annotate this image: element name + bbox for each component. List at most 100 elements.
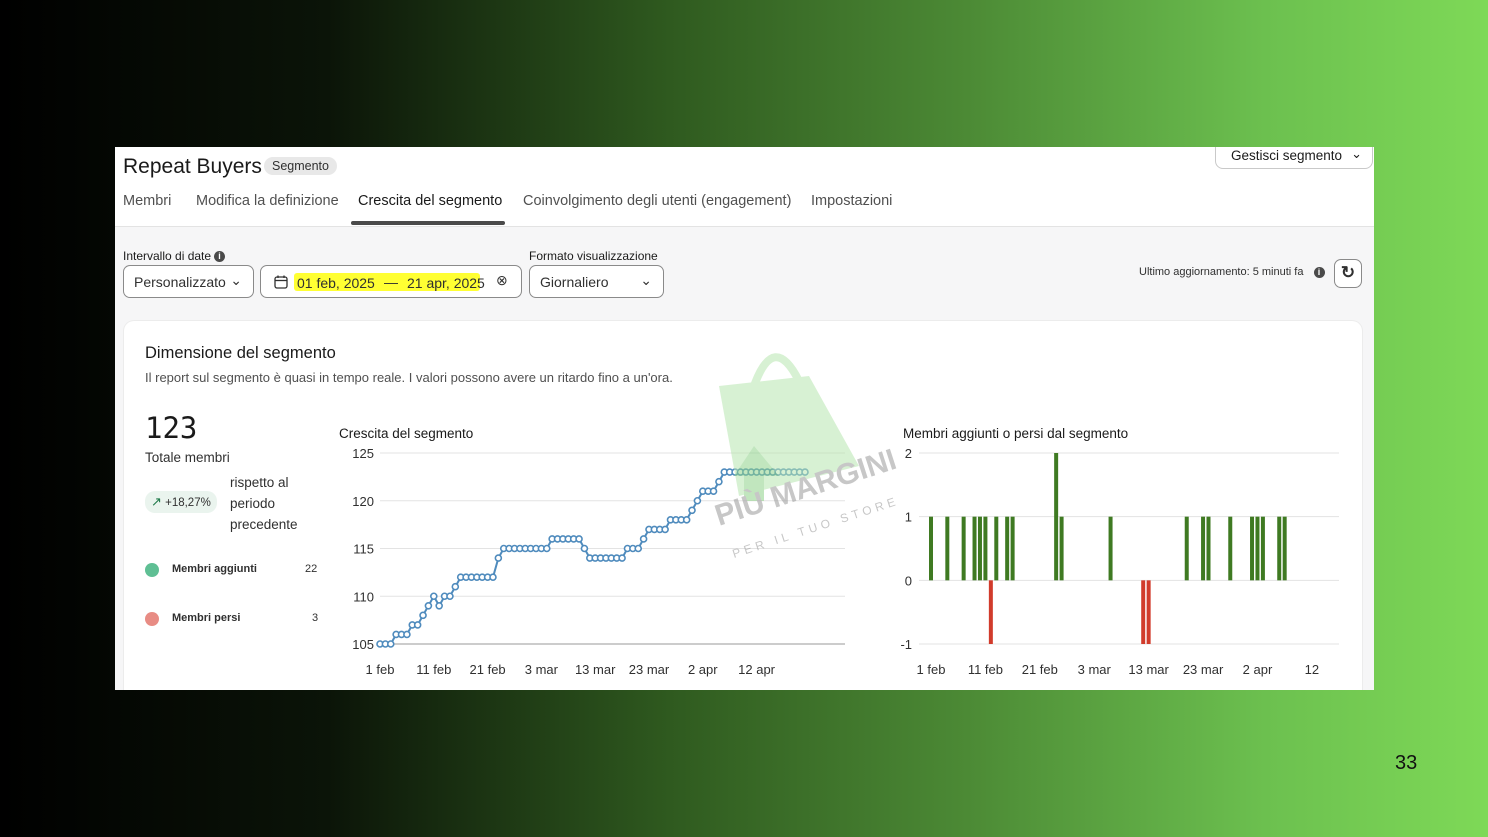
bar	[983, 516, 988, 581]
chevron-down-icon: ⌄	[230, 272, 242, 288]
members-bar-chart: 210-11 feb 11 feb 21 feb 3 mar 13 mar 23 mar 2…	[900, 446, 1339, 677]
date-separator: —	[384, 274, 398, 290]
format-value: Giornaliero	[540, 274, 609, 290]
legend-value-lost: 3	[312, 612, 319, 624]
date-range-label: Intervallo di date i	[123, 249, 226, 263]
chevron-down-icon: ⌄	[1351, 147, 1362, 161]
data-point	[634, 544, 643, 553]
y-tick-label: 120	[352, 494, 374, 509]
bar	[1282, 516, 1287, 581]
bar	[977, 516, 982, 581]
x-tick-label: 1 feb	[366, 662, 395, 677]
bar	[1228, 516, 1233, 581]
format-select[interactable]: Giornaliero ⌄	[529, 265, 664, 298]
x-tick-label: 3 mar	[525, 662, 559, 677]
date-range-picker[interactable]: 01 feb, 2025 — 21 apr, 2025 ⊗	[260, 265, 522, 298]
y-tick-label: 105	[352, 637, 374, 652]
bar	[972, 516, 977, 581]
tab-edit-definition[interactable]: Modifica la definizione	[196, 193, 339, 209]
y-tick-label: 0	[905, 573, 912, 588]
card-subtitle: Il report sul segmento è quasi in tempo …	[145, 370, 673, 385]
y-tick-label: 125	[352, 446, 374, 461]
bar	[961, 516, 966, 581]
x-tick-label: 12 apr	[738, 662, 776, 677]
segment-size-card: Dimensione del segmento Il report sul se…	[124, 321, 1362, 690]
bar	[1108, 516, 1113, 581]
data-point	[494, 554, 503, 562]
active-tab-indicator	[351, 221, 505, 225]
bar	[1260, 516, 1265, 581]
bar	[1277, 516, 1282, 581]
card-title: Dimensione del segmento	[145, 344, 336, 362]
data-point	[542, 544, 551, 553]
data-point	[489, 573, 497, 581]
date-start: 01 feb, 2025	[297, 275, 375, 291]
data-point	[451, 582, 460, 591]
legend-label-lost: Membri persi	[172, 612, 241, 624]
bar	[988, 580, 993, 644]
bar	[1141, 580, 1146, 644]
tab-segment-growth[interactable]: Crescita del segmento	[358, 193, 502, 209]
x-tick-label: 2 apr	[1243, 662, 1273, 677]
y-tick-label: -1	[900, 637, 912, 652]
data-point	[580, 544, 589, 553]
x-tick-label: 23 mar	[629, 662, 670, 677]
data-point	[435, 602, 443, 610]
date-range-label-text: Intervallo di date	[123, 249, 212, 263]
info-icon[interactable]: i	[1313, 266, 1325, 278]
legend-label-added: Membri aggiunti	[172, 563, 257, 575]
segment-badge: Segmento	[264, 157, 337, 175]
x-tick-label: 11 feb	[416, 662, 451, 677]
bar	[1010, 516, 1015, 581]
bar	[1146, 580, 1151, 644]
manage-segment-button[interactable]: Gestisci segmento ⌄	[1215, 147, 1373, 169]
calendar-icon	[274, 275, 288, 289]
last-update-text: Ultimo aggiornamento: 5 minuti fa	[1139, 266, 1304, 278]
last-update: Ultimo aggiornamento: 5 minuti fa i	[1139, 266, 1325, 278]
refresh-icon: ↻	[1340, 263, 1356, 282]
x-tick-label: 23 mar	[1183, 662, 1224, 677]
total-members-value: 123	[145, 411, 198, 445]
page-header: Repeat Buyers Segmento Gestisci segmento…	[115, 147, 1374, 227]
tab-engagement[interactable]: Coinvolgimento degli utenti (engagement)	[523, 193, 791, 209]
compare-text: rispetto al periodo precedente	[230, 475, 298, 532]
x-tick-label: 1 feb	[917, 662, 946, 677]
bar	[945, 516, 950, 581]
change-pct: +18,27%	[165, 497, 211, 509]
format-label: Formato visualizzazione	[529, 249, 658, 263]
data-point	[693, 496, 702, 505]
bar	[1250, 516, 1255, 581]
legend-dot-lost	[145, 612, 159, 626]
x-tick-label: 3 mar	[1078, 662, 1112, 677]
growth-chart-title: Crescita del segmento	[339, 426, 474, 441]
x-tick-label: 13 mar	[575, 662, 616, 677]
date-end: 21 apr, 2025	[407, 275, 485, 291]
data-point	[618, 554, 626, 562]
tab-members[interactable]: Membri	[123, 193, 171, 209]
page-number: 33	[1395, 752, 1418, 774]
data-point	[661, 525, 669, 534]
total-members-label: Totale membri	[145, 450, 230, 465]
clear-icon[interactable]: ⊗	[496, 272, 508, 289]
watermark-logo: PIÙ MARGINI PER IL TUO STORE	[714, 353, 901, 561]
bar	[1184, 516, 1189, 581]
bar	[1054, 453, 1059, 581]
data-point	[419, 611, 427, 620]
tab-settings[interactable]: Impostazioni	[811, 193, 892, 209]
info-icon[interactable]: i	[214, 251, 226, 263]
data-point	[413, 621, 422, 629]
data-point	[446, 592, 454, 601]
refresh-button[interactable]: ↻	[1334, 259, 1362, 288]
analytics-screenshot: Repeat Buyers Segmento Gestisci segmento…	[115, 147, 1374, 690]
legend-dot-added	[145, 563, 159, 577]
data-point	[429, 592, 438, 601]
bar	[1206, 516, 1211, 581]
date-preset-select[interactable]: Personalizzato ⌄	[123, 265, 254, 298]
data-point	[386, 640, 395, 648]
bar-chart-title: Membri aggiunti o persi dal segmento	[903, 426, 1129, 441]
bar	[994, 516, 999, 581]
data-point	[682, 516, 691, 524]
chevron-down-icon: ⌄	[640, 272, 652, 288]
bar	[1255, 516, 1260, 581]
data-point	[575, 535, 583, 543]
